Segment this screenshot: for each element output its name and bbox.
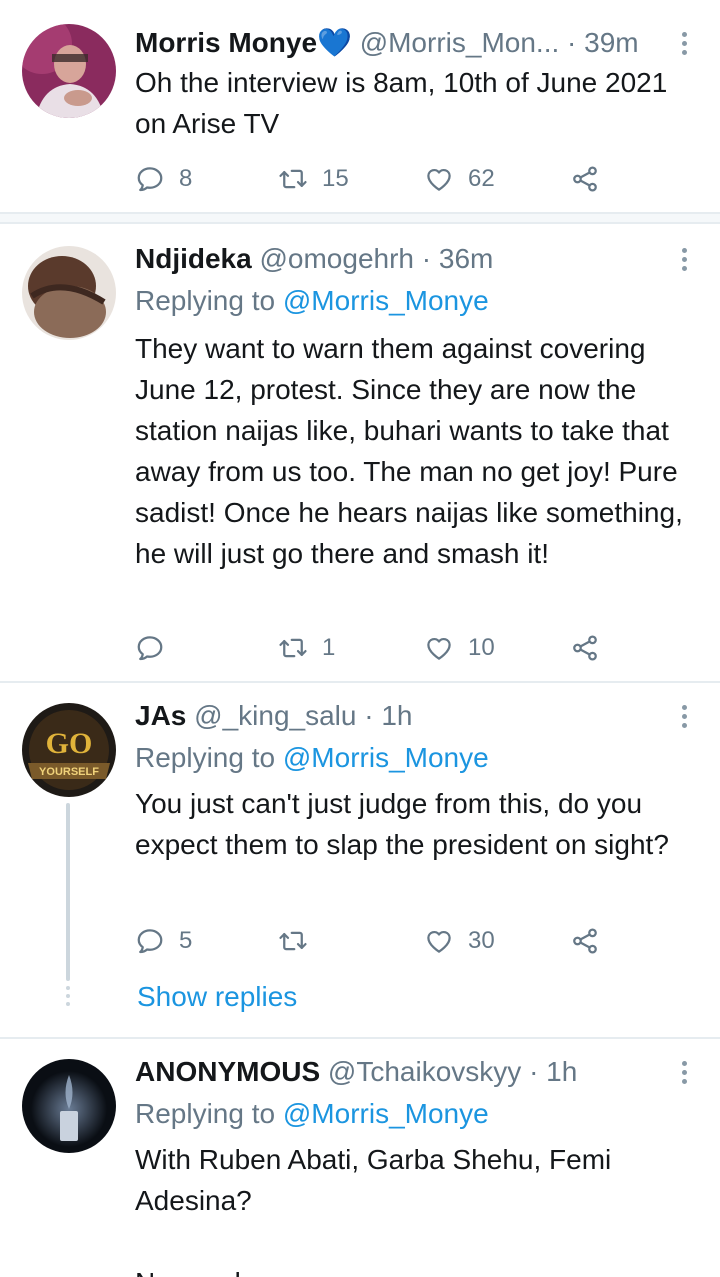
reply-icon: [135, 164, 165, 194]
retweet-count: 15: [322, 165, 349, 192]
separator-dot: ·: [529, 1056, 539, 1087]
avatar[interactable]: [22, 246, 116, 340]
like-count: 10: [468, 634, 495, 661]
tweet-item[interactable]: GO YOURSELF JAs @_king_salu · 1h Replyin…: [0, 683, 720, 1037]
replying-to: Replying to @Morris_Monye: [135, 1097, 489, 1131]
share-button[interactable]: [570, 628, 600, 668]
reply-count: 5: [179, 927, 193, 954]
share-icon: [570, 633, 600, 663]
replying-label: Replying to: [135, 1098, 276, 1129]
retweet-button[interactable]: 1: [278, 628, 335, 668]
share-button[interactable]: [570, 159, 600, 199]
tweet-actions: 1 10: [0, 628, 720, 668]
reply-button[interactable]: 5: [135, 921, 192, 961]
more-icon[interactable]: [674, 242, 694, 276]
like-button[interactable]: 62: [424, 159, 495, 199]
author-name[interactable]: ANONYMOUS: [135, 1056, 320, 1087]
tweet-time[interactable]: 1h: [546, 1056, 577, 1087]
tweet-text: They want to warn them against covering …: [135, 333, 691, 569]
tweet-item[interactable]: Ndjideka @omogehrh · 36m Replying to @Mo…: [0, 224, 720, 681]
mention-link[interactable]: @Morris_Monye: [283, 742, 489, 773]
like-icon: [424, 926, 454, 956]
blue-heart-emoji: 💙: [317, 27, 352, 58]
like-button[interactable]: 10: [424, 628, 495, 668]
separator-dot: ·: [421, 243, 432, 274]
avatar[interactable]: [22, 24, 116, 118]
tweet-text: With Ruben Abati, Garba Shehu, Femi Ades…: [135, 1144, 618, 1216]
tweet-text-continued: No need: [135, 1262, 705, 1277]
reply-button[interactable]: [135, 628, 179, 668]
separator-dot: ·: [364, 700, 374, 731]
separator-dot: ·: [567, 27, 577, 58]
reply-button[interactable]: 8: [135, 159, 192, 199]
share-icon: [570, 926, 600, 956]
tweet-item[interactable]: ANONYMOUS @Tchaikovskyy · 1h Replying to…: [0, 1039, 720, 1277]
tweet-time[interactable]: 1h: [381, 700, 412, 731]
author-name[interactable]: JAs: [135, 700, 186, 731]
share-icon: [570, 164, 600, 194]
author-handle[interactable]: @_king_salu: [194, 700, 356, 731]
tweet-header: Ndjideka @omogehrh · 36m: [135, 242, 660, 276]
reply-icon: [135, 926, 165, 956]
like-icon: [424, 633, 454, 663]
retweet-icon: [278, 633, 308, 663]
avatar[interactable]: [22, 1059, 116, 1153]
tweet-header: Morris Monye💙 @Morris_Mon... · 39m: [135, 26, 660, 60]
retweet-icon: [278, 926, 308, 956]
share-button[interactable]: [570, 921, 600, 961]
tweet-text: You just can't just judge from this, do …: [135, 788, 669, 860]
tweet-time[interactable]: 39m: [584, 27, 638, 58]
tweet-text: Oh the interview is 8am, 10th of June 20…: [135, 67, 676, 139]
more-icon[interactable]: [674, 1055, 694, 1089]
author-handle[interactable]: @Morris_Mon...: [360, 27, 560, 58]
like-count: 62: [468, 165, 495, 192]
like-count: 30: [468, 927, 495, 954]
avatar-text-bottom: YOURSELF: [39, 766, 99, 778]
reply-icon: [135, 633, 165, 663]
replying-label: Replying to: [135, 742, 276, 773]
tweet-actions: 5 30: [0, 921, 720, 961]
author-handle[interactable]: @Tchaikovskyy: [328, 1056, 521, 1087]
retweet-button[interactable]: [278, 921, 322, 961]
retweet-button[interactable]: 15: [278, 159, 349, 199]
retweet-count: 1: [322, 634, 336, 661]
replying-to: Replying to @Morris_Monye: [135, 741, 489, 775]
mention-link[interactable]: @Morris_Monye: [283, 285, 489, 316]
tweet-item[interactable]: Morris Monye💙 @Morris_Mon... · 39m Oh th…: [0, 0, 720, 212]
tweet-time[interactable]: 36m: [439, 243, 493, 274]
like-button[interactable]: 30: [424, 921, 495, 961]
retweet-icon: [278, 164, 308, 194]
show-replies-link[interactable]: Show replies: [137, 980, 297, 1014]
tweet-header: ANONYMOUS @Tchaikovskyy · 1h: [135, 1055, 660, 1089]
author-handle[interactable]: @omogehrh: [259, 243, 414, 274]
replying-to: Replying to @Morris_Monye: [135, 284, 489, 318]
replying-label: Replying to: [135, 285, 276, 316]
like-icon: [424, 164, 454, 194]
avatar-text-top: GO: [46, 727, 93, 760]
tweet-actions: 8 15 62: [0, 159, 720, 199]
more-icon[interactable]: [674, 26, 694, 60]
thread-dots: [66, 986, 70, 1006]
tweet-header: JAs @_king_salu · 1h: [135, 699, 660, 733]
reply-count: 8: [179, 165, 193, 192]
author-name[interactable]: Ndjideka: [135, 243, 252, 274]
author-name[interactable]: Morris Monye: [135, 27, 317, 58]
conversation-divider: [0, 212, 720, 224]
mention-link[interactable]: @Morris_Monye: [283, 1098, 489, 1129]
avatar[interactable]: GO YOURSELF: [22, 703, 116, 797]
more-icon[interactable]: [674, 699, 694, 733]
